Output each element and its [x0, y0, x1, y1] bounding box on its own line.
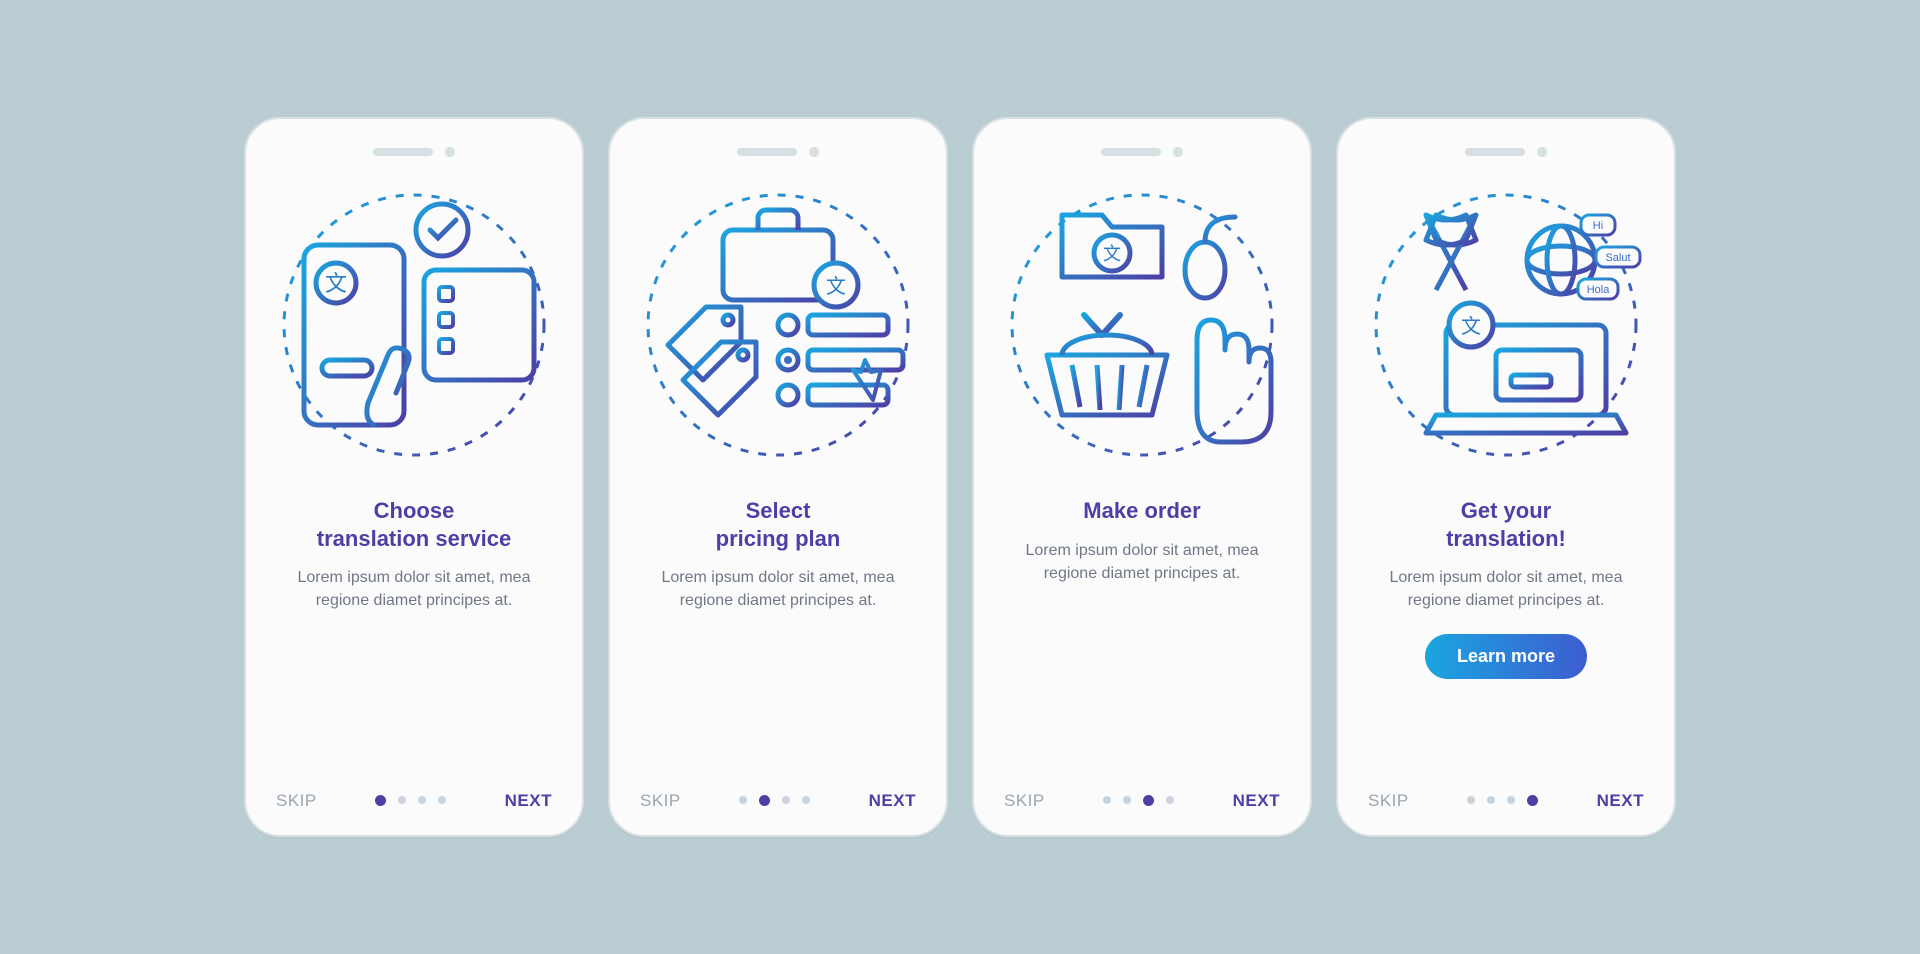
screen-description: Lorem ipsum dolor sit amet, mea regione …	[279, 566, 549, 612]
screen-footer: SKIP NEXT	[994, 783, 1290, 815]
dot-1[interactable]	[1467, 796, 1475, 804]
dot-4[interactable]	[1166, 796, 1174, 804]
screen-description: Lorem ipsum dolor sit amet, mea regione …	[643, 566, 913, 612]
speaker-slot	[737, 148, 797, 156]
skip-button[interactable]: SKIP	[640, 791, 681, 811]
svg-text:文: 文	[826, 275, 846, 298]
dot-2[interactable]	[1487, 796, 1495, 804]
page-dots	[1467, 796, 1538, 806]
onboarding-screens-row: 文 Choose translation service Lorem ipsu	[244, 117, 1676, 837]
camera-dot	[445, 147, 455, 157]
screen-title: Make order	[1083, 497, 1200, 525]
phone-frame-3: 文	[972, 117, 1312, 837]
speaker-slot	[1465, 148, 1525, 156]
screen-description: Lorem ipsum dolor sit amet, mea regione …	[1371, 566, 1641, 612]
camera-dot	[1537, 147, 1547, 157]
screen-footer: SKIP NEXT	[266, 783, 562, 815]
screen-title: Select pricing plan	[716, 497, 841, 552]
speaker-slot	[1101, 148, 1161, 156]
phone-notch	[994, 147, 1290, 157]
next-button[interactable]: NEXT	[1233, 791, 1280, 811]
svg-text:文: 文	[325, 271, 347, 296]
page-dots	[739, 796, 810, 806]
bubble-hola: Hola	[1587, 284, 1611, 296]
phone-frame-1: 文 Choose translation service Lorem ipsu	[244, 117, 584, 837]
skip-button[interactable]: SKIP	[1368, 791, 1409, 811]
dot-3[interactable]	[418, 796, 426, 804]
bubble-salut: Salut	[1605, 252, 1630, 264]
phone-notch	[630, 147, 926, 157]
speaker-slot	[373, 148, 433, 156]
skip-button[interactable]: SKIP	[1004, 791, 1045, 811]
phone-notch	[266, 147, 562, 157]
page-dots	[1103, 796, 1174, 806]
learn-more-button[interactable]: Learn more	[1425, 634, 1587, 679]
screen-footer: SKIP NEXT	[630, 783, 926, 815]
select-pricing-illustration: 文	[628, 175, 928, 475]
dot-2[interactable]	[398, 796, 406, 804]
phone-frame-4: Hi Salut Hola 文	[1336, 117, 1676, 837]
make-order-illustration: 文	[992, 175, 1292, 475]
phone-notch	[1358, 147, 1654, 157]
camera-dot	[1173, 147, 1183, 157]
dot-2[interactable]	[759, 795, 770, 806]
dot-1[interactable]	[375, 795, 386, 806]
screen-description: Lorem ipsum dolor sit amet, mea regione …	[1007, 539, 1277, 585]
next-button[interactable]: NEXT	[1597, 791, 1644, 811]
phone-frame-2: 文 Select pricing plan Lorem ipsum dolor …	[608, 117, 948, 837]
dot-2[interactable]	[1123, 796, 1131, 804]
dot-4[interactable]	[438, 796, 446, 804]
dot-4[interactable]	[802, 796, 810, 804]
screen-footer: SKIP NEXT	[1358, 783, 1654, 815]
dot-3[interactable]	[1507, 796, 1515, 804]
screen-title: Get your translation!	[1446, 497, 1566, 552]
svg-text:文: 文	[1461, 315, 1481, 338]
page-dots	[375, 796, 446, 806]
camera-dot	[809, 147, 819, 157]
choose-service-illustration: 文	[264, 175, 564, 475]
get-translation-illustration: Hi Salut Hola 文	[1356, 175, 1656, 475]
svg-text:文: 文	[1103, 244, 1121, 264]
dot-1[interactable]	[1103, 796, 1111, 804]
next-button[interactable]: NEXT	[505, 791, 552, 811]
dot-1[interactable]	[739, 796, 747, 804]
bubble-hi: Hi	[1593, 220, 1603, 232]
screen-title: Choose translation service	[317, 497, 511, 552]
next-button[interactable]: NEXT	[869, 791, 916, 811]
skip-button[interactable]: SKIP	[276, 791, 317, 811]
dot-3[interactable]	[1143, 795, 1154, 806]
dot-4[interactable]	[1527, 795, 1538, 806]
dot-3[interactable]	[782, 796, 790, 804]
